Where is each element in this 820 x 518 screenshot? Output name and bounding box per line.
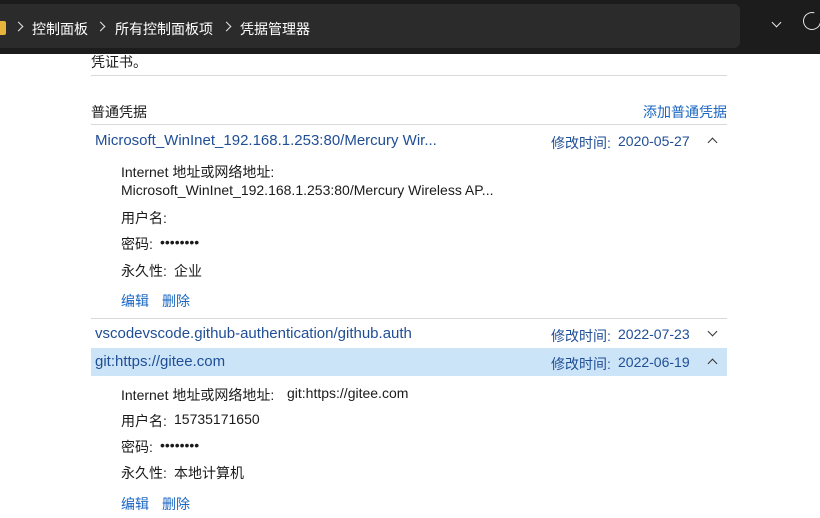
- breadcrumb-control-panel[interactable]: 控制面板: [32, 19, 88, 39]
- modified-date: 2020-05-27: [618, 133, 690, 149]
- divider: [91, 75, 727, 76]
- modified-date: 2022-07-23: [618, 326, 690, 342]
- username-value: 15735171650: [174, 411, 260, 427]
- credential-name: git:https://gitee.com: [95, 353, 226, 370]
- delete-link[interactable]: 删除: [162, 494, 190, 514]
- chevron-up-icon[interactable]: [707, 356, 719, 368]
- modified-label: 修改时间:: [551, 356, 611, 372]
- password-value: ••••••••: [160, 234, 200, 250]
- chevron-right-icon[interactable]: [14, 20, 24, 34]
- address-bar: 控制面板 所有控制面板项 凭据管理器: [0, 0, 820, 54]
- edit-link[interactable]: 编辑: [121, 494, 149, 514]
- password-label: 密码:: [121, 236, 153, 252]
- chevron-right-icon[interactable]: [222, 20, 232, 34]
- username-label: 用户名:: [121, 413, 167, 429]
- credential-name: vscodevscode.github-authentication/githu…: [95, 325, 412, 342]
- add-generic-credential-link[interactable]: 添加普通凭据: [643, 102, 727, 122]
- breadcrumb-credential-manager[interactable]: 凭据管理器: [240, 19, 310, 39]
- modified-label: 修改时间:: [551, 135, 611, 151]
- credential-header[interactable]: Microsoft_WinInet_192.168.1.253:80/Mercu…: [91, 127, 727, 155]
- chevron-down-icon[interactable]: [707, 328, 719, 340]
- chevron-up-icon[interactable]: [707, 135, 719, 147]
- persistence-value: 企业: [174, 263, 202, 279]
- password-value: ••••••••: [160, 437, 200, 453]
- address-label: Internet 地址或网络地址:: [121, 387, 275, 403]
- divider: [91, 124, 727, 125]
- username-label: 用户名:: [121, 210, 167, 226]
- partial-description-text: 凭证书。: [91, 54, 147, 70]
- credential-name: Microsoft_WinInet_192.168.1.253:80/Mercu…: [95, 132, 437, 149]
- divider: [91, 318, 727, 319]
- breadcrumb-all-items[interactable]: 所有控制面板项: [115, 19, 213, 39]
- chevron-right-icon[interactable]: [96, 20, 106, 34]
- address-field[interactable]: 控制面板 所有控制面板项 凭据管理器: [0, 4, 740, 48]
- folder-icon: [0, 21, 6, 35]
- delete-link[interactable]: 删除: [162, 291, 190, 311]
- modified-date: 2022-06-19: [618, 354, 690, 370]
- credential-header[interactable]: vscodevscode.github-authentication/githu…: [91, 320, 727, 348]
- edit-link[interactable]: 编辑: [121, 291, 149, 311]
- section-title: 普通凭据: [91, 104, 147, 120]
- address-value: Microsoft_WinInet_192.168.1.253:80/Mercu…: [121, 182, 494, 198]
- password-label: 密码:: [121, 439, 153, 455]
- address-value: git:https://gitee.com: [287, 385, 409, 401]
- persistence-label: 永久性:: [121, 263, 167, 279]
- persistence-label: 永久性:: [121, 465, 167, 481]
- credential-header[interactable]: git:https://gitee.com 修改时间: 2022-06-19: [91, 348, 727, 376]
- persistence-value: 本地计算机: [174, 465, 244, 481]
- modified-label: 修改时间:: [551, 328, 611, 344]
- chevron-down-icon[interactable]: [772, 20, 782, 30]
- address-label: Internet 地址或网络地址:: [121, 164, 275, 180]
- refresh-icon[interactable]: [799, 8, 820, 34]
